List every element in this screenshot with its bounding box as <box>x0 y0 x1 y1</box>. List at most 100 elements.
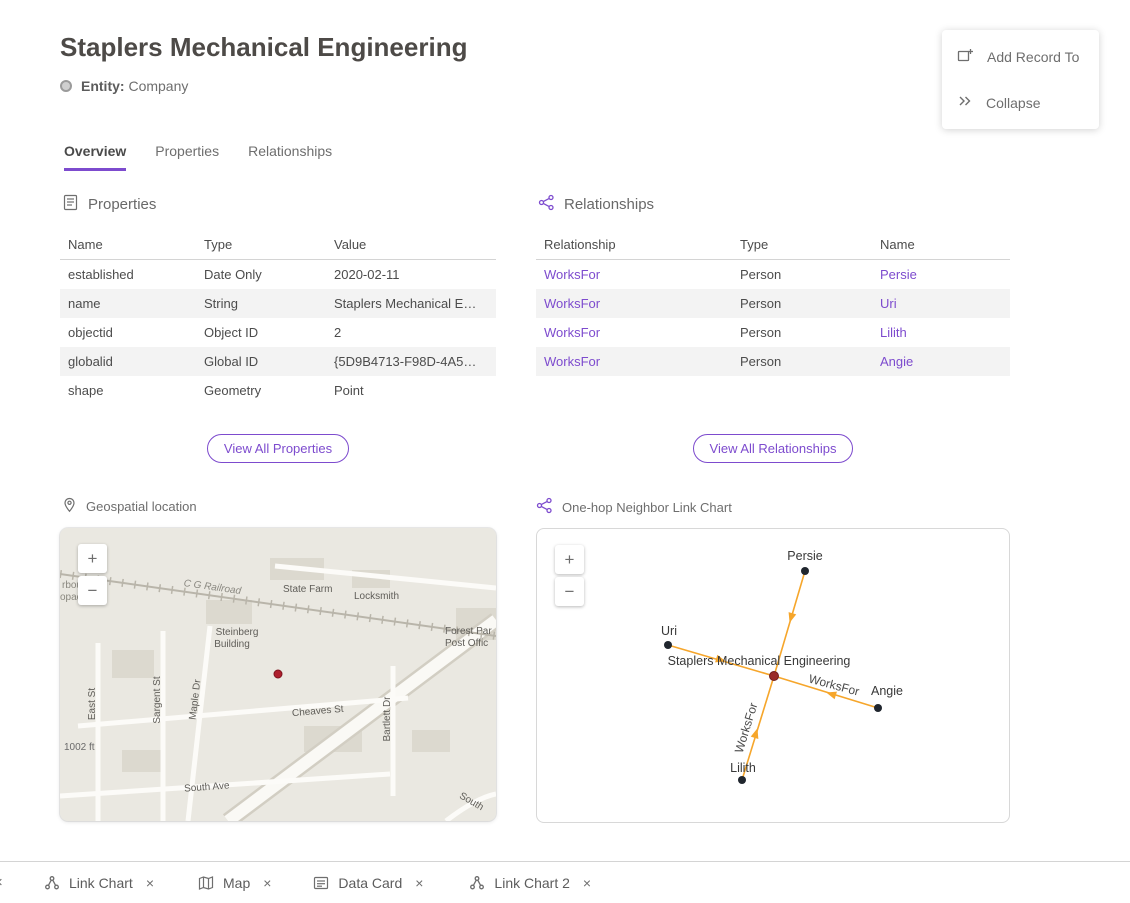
table-row: WorksFor Person Persie <box>536 260 1010 289</box>
center-node-label: Staplers Mechanical Engineering <box>668 654 851 668</box>
link-chart-icon <box>44 875 60 891</box>
link-chart-canvas[interactable]: WorksFor WorksFor Persie Uri Angie Lilit… <box>537 529 1009 822</box>
entity-link[interactable]: Persie <box>880 267 1002 282</box>
clipped-tab-close-icon[interactable]: × <box>0 874 3 891</box>
entity-link[interactable]: Uri <box>880 296 1002 311</box>
collapse-label: Collapse <box>986 95 1040 111</box>
view-all-properties-button[interactable]: View All Properties <box>207 434 349 463</box>
node-persie[interactable] <box>801 567 809 575</box>
close-icon[interactable]: × <box>583 875 591 891</box>
cell-value: {5D9B4713-F98D-4A53-... <box>334 354 488 369</box>
map-label: Locksmith <box>354 591 399 602</box>
cell-value: Staplers Mechanical Eng... <box>334 296 488 311</box>
properties-icon <box>62 194 79 215</box>
relationship-link[interactable]: WorksFor <box>544 267 740 282</box>
cell-value: 2020-02-11 <box>334 267 488 282</box>
close-icon[interactable]: × <box>146 875 154 891</box>
one-hop-title: One-hop Neighbor Link Chart <box>562 500 732 515</box>
table-row: WorksFor Person Angie <box>536 347 1010 376</box>
link-chart-widget[interactable]: + − WorksFor WorksFor Persie <box>536 528 1010 823</box>
table-row: shape Geometry Point <box>60 376 496 405</box>
entity-link[interactable]: Lilith <box>880 325 1002 340</box>
entity-type-icon <box>60 80 72 92</box>
close-icon[interactable]: × <box>415 875 423 891</box>
entity-label: Entity: <box>81 78 125 94</box>
close-icon[interactable]: × <box>263 875 271 891</box>
view-all-relationships-button[interactable]: View All Relationships <box>693 434 854 463</box>
col-header: Type <box>740 237 880 252</box>
collapse-menu-item[interactable]: Collapse <box>942 80 1099 125</box>
bottom-tab-bar: × Link Chart × Map × Data Card × <box>0 861 1130 903</box>
col-header: Name <box>880 237 1002 252</box>
table-row: objectid Object ID 2 <box>60 318 496 347</box>
collapse-icon <box>957 93 973 112</box>
bottom-tab-link-chart[interactable]: Link Chart × <box>44 875 154 891</box>
map-label: Building <box>214 639 250 650</box>
chart-zoom-out-button[interactable]: − <box>555 577 584 606</box>
cell-type: String <box>204 296 334 311</box>
col-header: Value <box>334 237 488 252</box>
map-zoom-out-button[interactable]: − <box>78 576 107 605</box>
bottom-tab-label: Link Chart <box>69 875 133 891</box>
relationships-title: Relationships <box>564 196 654 213</box>
cell-name: name <box>68 296 204 311</box>
map-label: Bartlett Dr <box>382 696 393 742</box>
properties-table: Name Type Value established Date Only 20… <box>60 230 496 405</box>
add-record-to-menu-item[interactable]: Add Record To <box>942 34 1099 80</box>
map-label: Forest Par <box>445 626 492 637</box>
node-label: Uri <box>661 624 677 638</box>
relationship-link[interactable]: WorksFor <box>544 296 740 311</box>
bottom-tab-data-card[interactable]: Data Card × <box>313 875 423 891</box>
link-chart-icon <box>536 497 553 517</box>
node-angie[interactable] <box>874 704 882 712</box>
map-location-marker[interactable] <box>274 670 282 678</box>
map-zoom-controls: + − <box>78 544 107 605</box>
bottom-tab-map[interactable]: Map × <box>198 875 271 891</box>
col-header: Name <box>68 237 204 252</box>
entity-value: Company <box>128 78 188 94</box>
relationships-icon <box>538 194 555 215</box>
map-icon <box>198 875 214 891</box>
map-widget[interactable]: + − <box>60 528 496 821</box>
map-label: State Farm <box>283 584 332 595</box>
context-menu: Add Record To Collapse <box>942 30 1099 129</box>
tab-overview[interactable]: Overview <box>64 143 126 171</box>
tab-properties[interactable]: Properties <box>155 143 219 171</box>
entity-link[interactable]: Angie <box>880 354 1002 369</box>
node-lilith[interactable] <box>738 776 746 784</box>
table-row: WorksFor Person Lilith <box>536 318 1010 347</box>
node-label: Persie <box>787 549 822 563</box>
map-canvas[interactable]: rbour opaedics C G Railroad State Farm L… <box>60 528 496 821</box>
node-uri[interactable] <box>664 641 672 649</box>
bottom-tab-label: Map <box>223 875 250 891</box>
map-label: Post Offic <box>445 638 488 649</box>
cell-type: Person <box>740 354 880 369</box>
cell-value: 2 <box>334 325 488 340</box>
cell-type: Geometry <box>204 383 334 398</box>
cell-value: Point <box>334 383 488 398</box>
card-tabs: Overview Properties Relationships <box>64 143 332 171</box>
page-title: Staplers Mechanical Engineering <box>60 32 467 63</box>
bottom-tab-link-chart-2[interactable]: Link Chart 2 × <box>469 875 591 891</box>
relationship-link[interactable]: WorksFor <box>544 325 740 340</box>
map-label: Sargent St <box>152 676 163 723</box>
node-label: Angie <box>871 684 903 698</box>
cell-name: globalid <box>68 354 204 369</box>
cell-type: Person <box>740 296 880 311</box>
map-zoom-in-button[interactable]: + <box>78 544 107 573</box>
relationship-link[interactable]: WorksFor <box>544 354 740 369</box>
cell-name: established <box>68 267 204 282</box>
chart-zoom-in-button[interactable]: + <box>555 545 584 574</box>
table-row: established Date Only 2020-02-11 <box>60 260 496 289</box>
cell-type: Date Only <box>204 267 334 282</box>
cell-type: Person <box>740 325 880 340</box>
geospatial-header: Geospatial location <box>62 497 197 516</box>
node-center[interactable] <box>770 672 779 681</box>
tab-relationships[interactable]: Relationships <box>248 143 332 171</box>
bottom-tab-label: Link Chart 2 <box>494 875 569 891</box>
link-chart-icon <box>469 875 485 891</box>
node-label: Lilith <box>730 761 756 775</box>
properties-title: Properties <box>88 196 156 213</box>
cell-name: shape <box>68 383 204 398</box>
cell-type: Person <box>740 267 880 282</box>
